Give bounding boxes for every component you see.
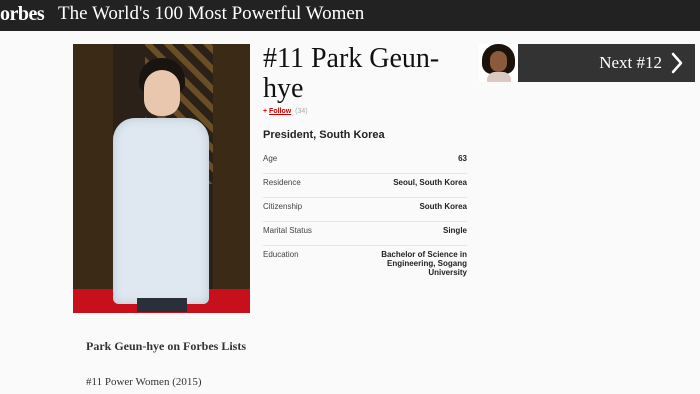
fact-label: Education [263, 250, 299, 259]
fact-label: Citizenship [263, 202, 303, 211]
fact-label: Marital Status [263, 226, 312, 235]
profile-photo [73, 44, 250, 313]
fact-value: Seoul, South Korea [393, 178, 467, 187]
next-button-label: Next #12 [599, 53, 662, 72]
list-title[interactable]: The World's 100 Most Powerful Women [58, 3, 364, 25]
fact-value: South Korea [419, 202, 467, 211]
forbes-lists-heading: Park Geun-hye on Forbes Lists [86, 339, 247, 353]
follow-link[interactable]: Follow [269, 108, 291, 115]
next-profile-thumbnail[interactable] [479, 44, 518, 82]
profile-facts: Age 63 Residence Seoul, South Korea Citi… [263, 150, 467, 282]
follow-control[interactable]: + Follow (34) [263, 108, 308, 115]
fact-value: Bachelor of Science in Engineering, Soga… [381, 250, 467, 277]
fact-label: Residence [263, 178, 301, 187]
forbes-logo[interactable]: orbes [0, 3, 45, 26]
fact-row-citizenship: Citizenship South Korea [263, 198, 467, 222]
profile-title: #11 Park Geun-hye [263, 43, 440, 104]
fact-row-age: Age 63 [263, 150, 467, 174]
fact-label: Age [263, 154, 278, 163]
plus-icon: + [263, 108, 268, 115]
next-button[interactable]: Next #12 [518, 44, 695, 82]
site-header: orbes The World's 100 Most Powerful Wome… [0, 0, 700, 31]
fact-row-residence: Residence Seoul, South Korea [263, 174, 467, 198]
fact-row-marital-status: Marital Status Single [263, 222, 467, 246]
fact-value: 63 [458, 154, 467, 163]
follower-count: (34) [295, 108, 308, 115]
profile-role: President, South Korea [263, 129, 385, 141]
fact-value: Single [442, 226, 467, 235]
forbes-list-item[interactable]: #11 Power Women (2015) [86, 376, 202, 388]
fact-row-education: Education Bachelor of Science in Enginee… [263, 246, 467, 282]
chevron-right-icon [671, 52, 683, 74]
